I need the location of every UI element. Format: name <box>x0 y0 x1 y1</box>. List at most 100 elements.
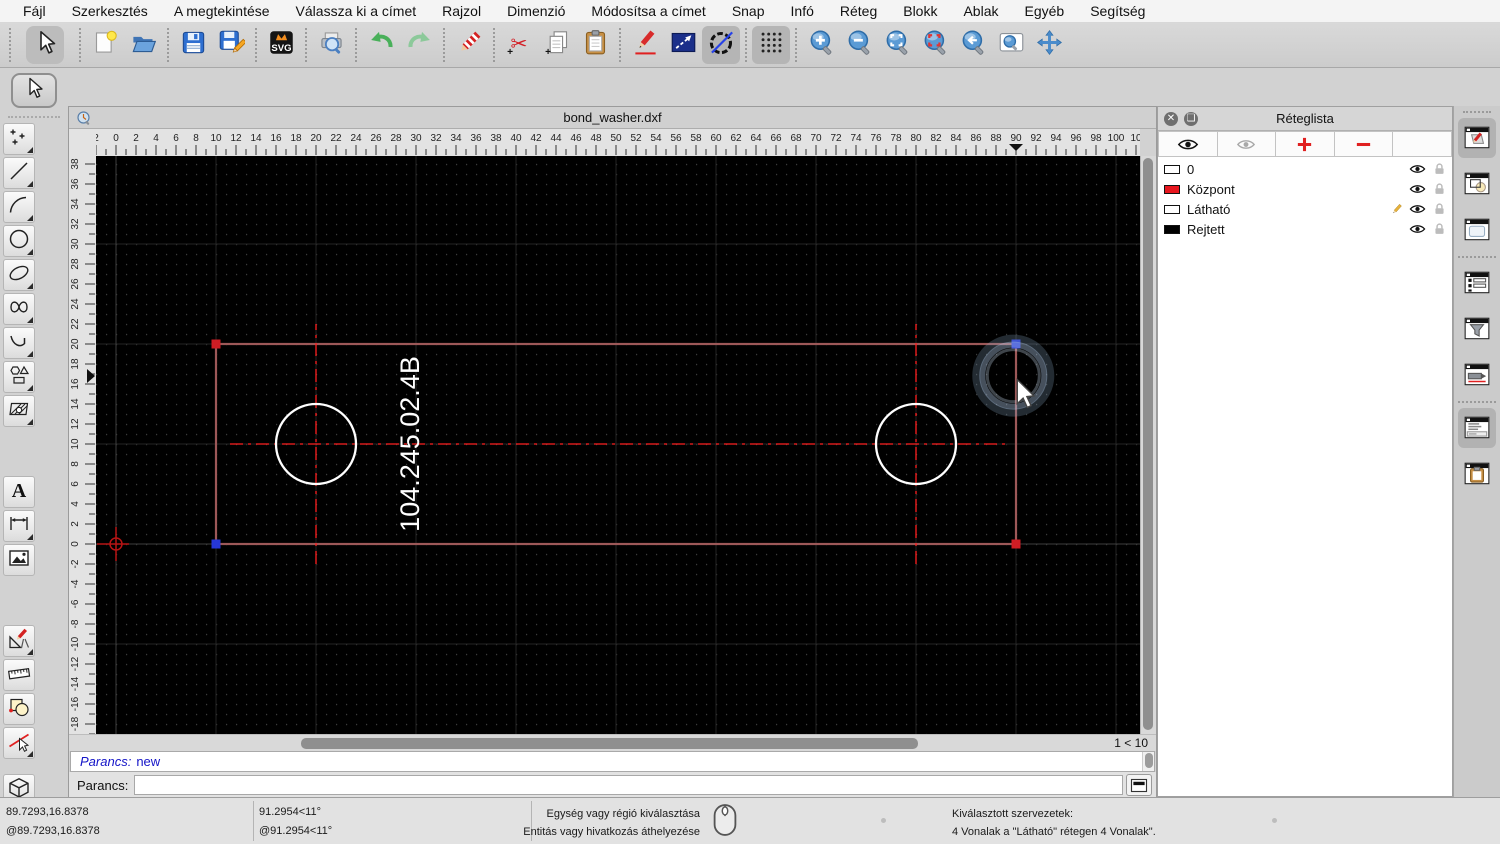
circle-line-button[interactable] <box>702 26 740 64</box>
zoom-select-button[interactable] <box>916 26 954 64</box>
library-browser-dock-button[interactable] <box>1458 210 1496 250</box>
image-tool-button[interactable] <box>3 544 35 576</box>
layer-color-swatch[interactable] <box>1164 184 1180 194</box>
print-preview-button[interactable] <box>312 26 350 64</box>
menu-blokk[interactable]: Blokk <box>890 0 950 23</box>
palette-drag-handle[interactable] <box>8 116 60 118</box>
layer-lock-icon[interactable] <box>1433 222 1446 236</box>
history-scrollbar[interactable] <box>1142 752 1154 771</box>
layer-row-l-that-[interactable]: Látható <box>1158 199 1452 219</box>
menu-m-dos-tsa-a-c-met[interactable]: Módosítsa a címet <box>578 0 718 23</box>
command-widget-dock-button[interactable] <box>1458 408 1496 448</box>
delete-entity-button[interactable] <box>450 26 488 64</box>
zoom-out-button[interactable] <box>840 26 878 64</box>
menu-szerkeszt-s[interactable]: Szerkesztés <box>59 0 161 23</box>
menu-r-teg[interactable]: Réteg <box>827 0 890 23</box>
horizontal-scrollbar-thumb[interactable] <box>301 738 918 749</box>
undo-button[interactable] <box>362 26 400 64</box>
filter-dock-button[interactable] <box>1458 309 1496 349</box>
menu-egy-b[interactable]: Egyéb <box>1012 0 1078 23</box>
new-document-button[interactable] <box>86 26 124 64</box>
vertical-scrollbar[interactable] <box>1140 156 1156 734</box>
selection-handle[interactable] <box>211 339 221 349</box>
zoom-pan-button[interactable] <box>1030 26 1068 64</box>
remove-layer-button[interactable] <box>1334 131 1394 157</box>
layer-color-swatch[interactable] <box>1164 204 1180 214</box>
toggle-all-visibility-button[interactable] <box>1158 131 1218 157</box>
toggle-others-visibility-button[interactable] <box>1217 131 1277 157</box>
svg-export-button[interactable]: SVG <box>262 26 300 64</box>
select-entity-tool-button[interactable] <box>3 727 35 759</box>
zoom-previous-button[interactable] <box>954 26 992 64</box>
entity-list-dock-button[interactable] <box>1458 263 1496 303</box>
menu-f-jl[interactable]: Fájl <box>10 0 59 23</box>
layer-visibility-eye-icon[interactable] <box>1409 223 1426 235</box>
circle-tool-button[interactable] <box>3 225 35 257</box>
layer-visibility-eye-icon[interactable] <box>1409 163 1426 175</box>
layer-lock-icon[interactable] <box>1433 202 1446 216</box>
layer-lock-icon[interactable] <box>1433 162 1446 176</box>
menu-ablak[interactable]: Ablak <box>950 0 1011 23</box>
ellipse-tool-button[interactable] <box>3 259 35 291</box>
toolbar-handle[interactable] <box>9 28 11 62</box>
command-window-button[interactable] <box>1126 774 1152 796</box>
selection-box-button[interactable] <box>664 26 702 64</box>
copy-button[interactable]: + <box>538 26 576 64</box>
measure-tool-button[interactable] <box>3 659 35 691</box>
block-list-dock-button[interactable] <box>1458 164 1496 204</box>
dock-drag-handle[interactable] <box>1463 111 1491 113</box>
paste-button[interactable] <box>576 26 614 64</box>
layer-visibility-eye-icon[interactable] <box>1409 183 1426 195</box>
save-button[interactable] <box>174 26 212 64</box>
text-tool-button[interactable]: A <box>3 476 35 508</box>
menu-dimenzi-[interactable]: Dimenzió <box>494 0 578 23</box>
part-number-label[interactable]: 104.245.02.4B <box>395 356 425 532</box>
zoom-auto-button[interactable] <box>878 26 916 64</box>
canvas-svg[interactable]: 104.245.02.4B <box>96 156 1140 734</box>
open-file-button[interactable] <box>124 26 162 64</box>
pen-settings-dock-button[interactable] <box>1458 355 1496 395</box>
draw-pen-button[interactable] <box>626 26 664 64</box>
modify-tool-button[interactable] <box>3 625 35 657</box>
redo-button[interactable] <box>400 26 438 64</box>
vertical-scrollbar-thumb[interactable] <box>1143 158 1153 730</box>
pointer-button[interactable] <box>26 26 64 64</box>
menu-v-lassza-ki-a-c-met[interactable]: Válassza ki a címet <box>283 0 430 23</box>
command-input[interactable] <box>134 775 1123 795</box>
menu-inf-[interactable]: Infó <box>778 0 827 23</box>
clipboard-widget-dock-button[interactable] <box>1458 454 1496 494</box>
dimension-tool-button[interactable] <box>3 510 35 542</box>
zoom-window-button[interactable] <box>992 26 1030 64</box>
zoom-in-button[interactable] <box>802 26 840 64</box>
line-tool-button[interactable] <box>3 157 35 189</box>
hatch-tool-button[interactable] <box>3 395 35 427</box>
layer-visibility-eye-icon[interactable] <box>1409 203 1426 215</box>
menu-a-megtekint-se[interactable]: A megtekintése <box>161 0 283 23</box>
add-layer-button[interactable] <box>1276 131 1335 157</box>
layer-row-0[interactable]: 0 <box>1158 159 1452 179</box>
polyline-tool-button[interactable] <box>3 327 35 359</box>
selection-handle[interactable] <box>1011 539 1021 549</box>
grid-toggle-button[interactable] <box>752 26 790 64</box>
save-as-button[interactable] <box>212 26 250 64</box>
arc-tool-button[interactable] <box>3 191 35 223</box>
menu-seg-ts-g[interactable]: Segítség <box>1077 0 1158 23</box>
layer-row-k-zpont[interactable]: Központ <box>1158 179 1452 199</box>
cut-button[interactable]: ✂ + <box>500 26 538 64</box>
history-scrollbar-thumb[interactable] <box>1145 753 1153 768</box>
points-tool-button[interactable] <box>3 123 35 155</box>
layer-list-dock-button[interactable] <box>1458 118 1496 158</box>
layer-color-swatch[interactable] <box>1164 224 1180 234</box>
polygon-tool-button[interactable] <box>3 361 35 393</box>
layer-row-rejtett[interactable]: Rejtett <box>1158 219 1452 239</box>
select-tool-button[interactable] <box>11 73 57 108</box>
edit-layer-button[interactable] <box>1393 131 1452 157</box>
spline-tool-button[interactable] <box>3 293 35 325</box>
layer-color-swatch[interactable] <box>1164 164 1180 174</box>
horizontal-scrollbar[interactable]: 1 < 10 <box>69 734 1156 751</box>
selection-handle[interactable] <box>211 539 221 549</box>
order-tool-button[interactable] <box>3 693 35 725</box>
menu-snap[interactable]: Snap <box>719 0 778 23</box>
layer-lock-icon[interactable] <box>1433 182 1446 196</box>
drawing-canvas[interactable]: 104.245.02.4B <box>96 156 1140 734</box>
